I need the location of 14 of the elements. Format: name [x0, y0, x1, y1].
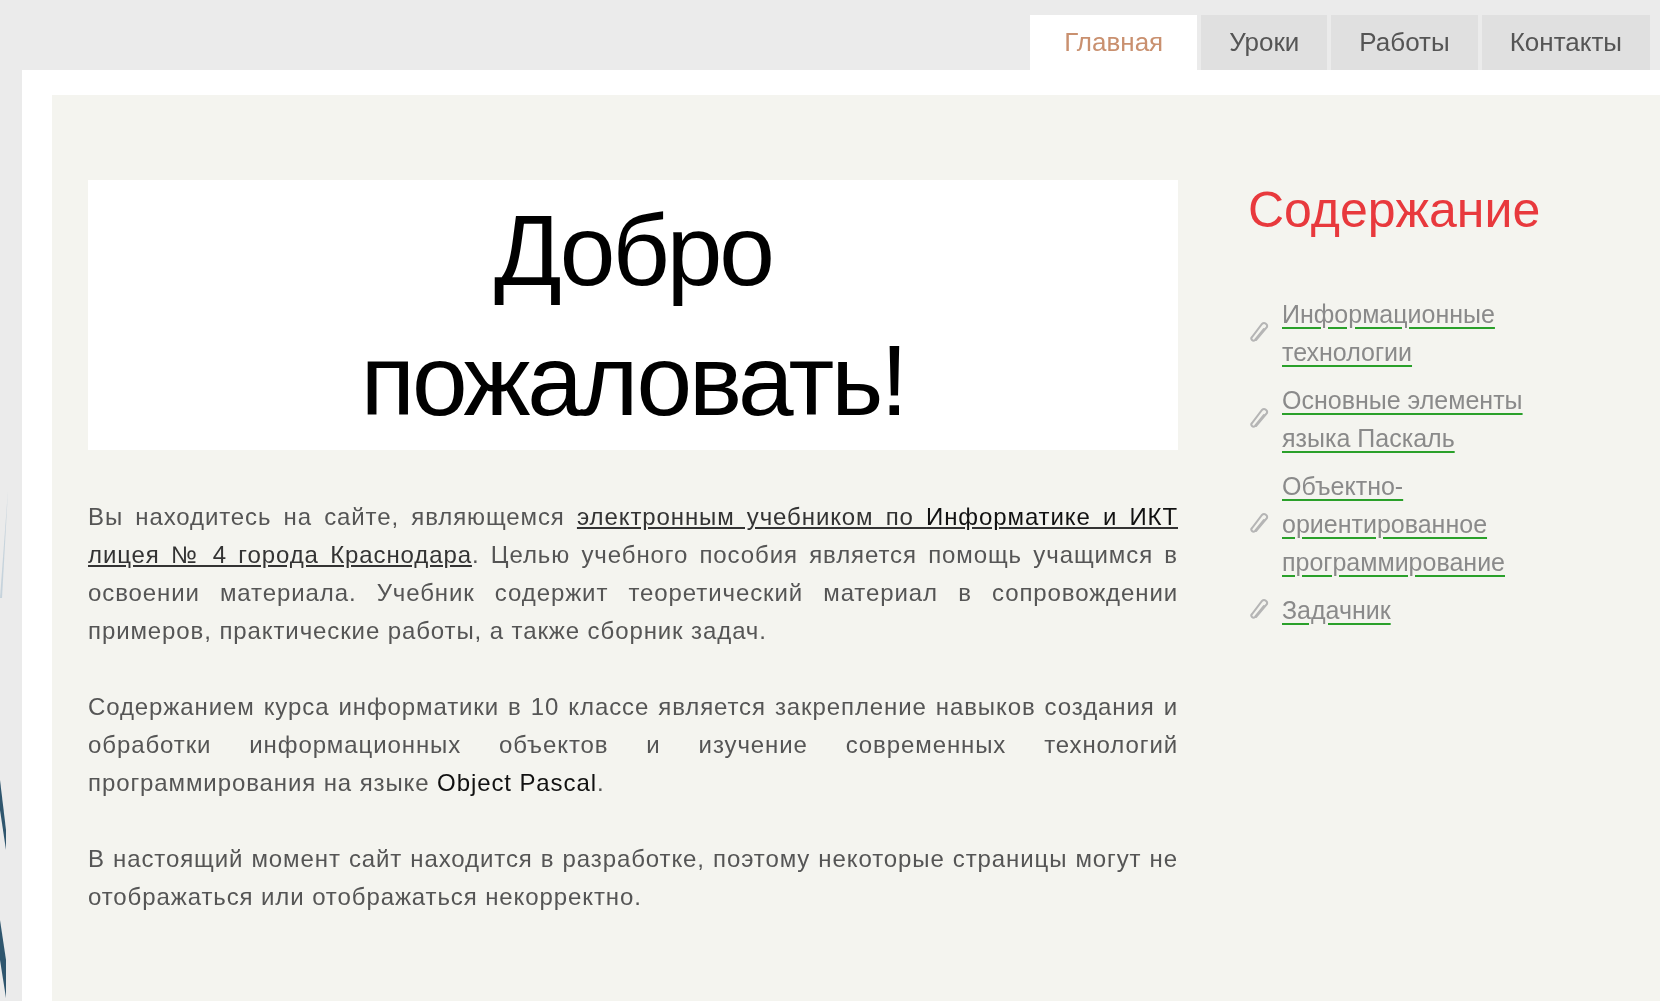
paragraph: В настоящий момент сайт находится в разработке, поэтому некоторые страницы могут не отображаться или отображаться некорректно.: [88, 844, 1178, 912]
nav-tab[interactable]: Контакты: [1481, 15, 1650, 70]
contents-link[interactable]: Задачник: [1282, 591, 1391, 629]
paragraph: Вы находитесь на сайте, являющемся электронным учебником по Информатике и ИКТ лицея № 4 города Краснодара. Целью учебного пособия является помощь учащимся в освоении материала. Учебник содержит теоретический материал в сопровождении примеров, практические работы, а также сборник задач.: [88, 502, 1178, 646]
nav-tab[interactable]: Работы: [1331, 15, 1478, 70]
paragraph: Содержанием курса информатики в 10 классе является закрепление навыков создания и обработки информационных объектов и изучение современных технологий программирования на языке Object Pascal.: [88, 692, 1178, 798]
nav-tab[interactable]: Уроки: [1201, 15, 1328, 70]
text-link[interactable]: электронным учебником по Информатике и ИКТ: [576, 503, 1178, 530]
text-link[interactable]: лицея № 4 города Краснодара: [88, 541, 472, 568]
welcome-heading: Добро пожаловать!: [359, 193, 907, 438]
sidebar-heading: Содержание: [1248, 181, 1542, 240]
contents-link[interactable]: Объектно-ориентированное программирование: [1282, 467, 1558, 581]
contents-link[interactable]: Информационные технологии: [1282, 295, 1558, 371]
contents-link[interactable]: Основные элементы языка Паскаль: [1282, 381, 1558, 457]
